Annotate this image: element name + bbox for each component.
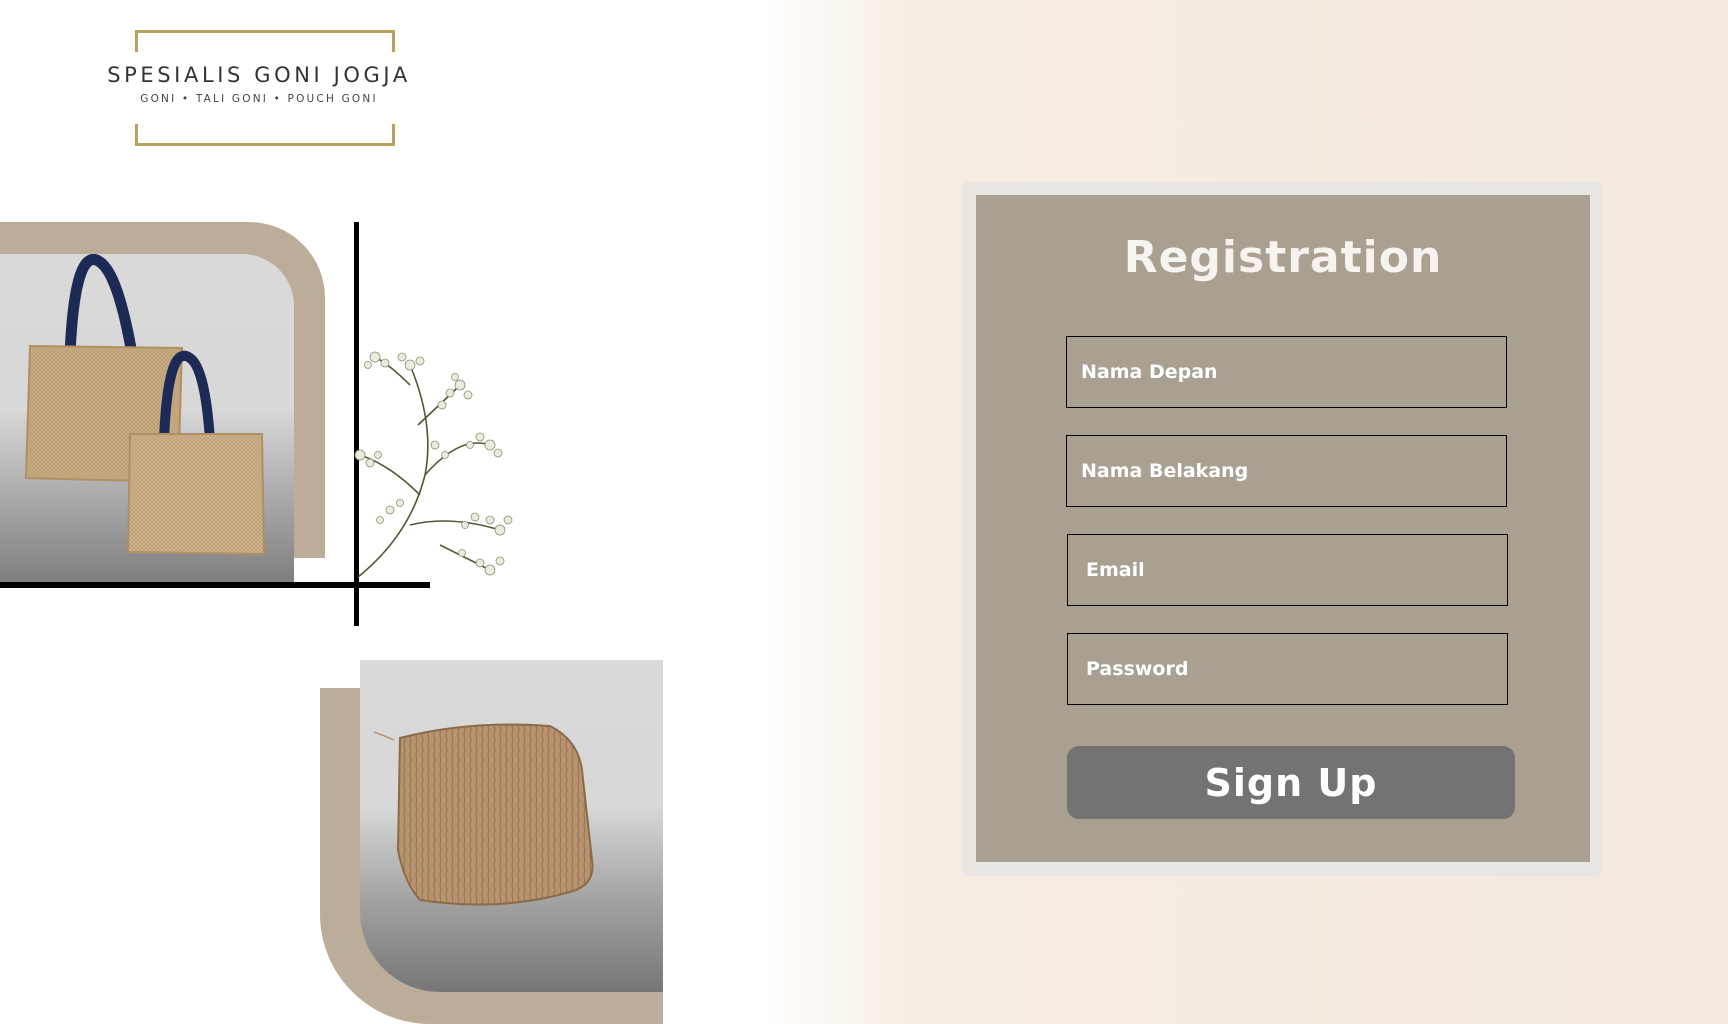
logo-subtitle: GONI • TALI GONI • POUCH GONI xyxy=(140,93,378,105)
last-name-input[interactable] xyxy=(1066,435,1507,507)
form-title: Registration xyxy=(1123,232,1443,283)
email-input[interactable] xyxy=(1067,534,1508,606)
brand-logo: SPESIALIS GONI JOGJA GONI • TALI GONI • … xyxy=(94,30,424,146)
first-name-input[interactable] xyxy=(1066,336,1507,408)
jute-tote-bags-photo xyxy=(0,254,294,583)
tote-bags-illustration xyxy=(24,254,266,556)
sign-up-button[interactable]: Sign Up xyxy=(1067,746,1515,819)
logo-title: SPESIALIS GONI JOGJA xyxy=(107,63,411,87)
jute-fiber-pouch-photo xyxy=(360,660,663,992)
logo-frame-bottom xyxy=(135,124,395,146)
logo-frame-top xyxy=(135,30,395,52)
password-input[interactable] xyxy=(1067,633,1508,705)
fiber-pouch-illustration xyxy=(373,723,594,906)
baby-breath-flower xyxy=(354,351,513,578)
